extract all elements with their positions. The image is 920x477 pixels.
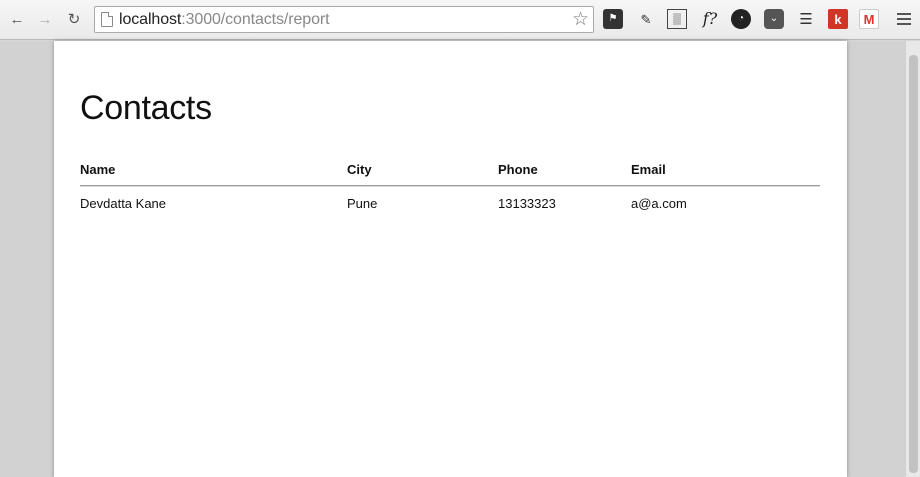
page-icon xyxy=(101,12,113,27)
page-title: Contacts xyxy=(80,89,212,127)
forward-button[interactable]: → xyxy=(34,8,56,30)
report-sheet: Contacts Name City Phone Email Devdatta … xyxy=(54,41,847,477)
layers-icon[interactable]: ☰ xyxy=(796,9,816,29)
column-header-email: Email xyxy=(631,162,666,177)
pocket-icon[interactable]: ⌄ xyxy=(764,9,784,29)
menu-icon[interactable] xyxy=(897,9,911,29)
vertical-scrollbar[interactable] xyxy=(905,41,920,477)
address-bar[interactable]: localhost:3000/contacts/report ☆ xyxy=(94,6,594,33)
url-text: localhost:3000/contacts/report xyxy=(119,10,330,29)
gmail-icon[interactable]: M xyxy=(859,9,879,29)
back-button[interactable]: ← xyxy=(6,8,28,30)
column-header-name: Name xyxy=(80,162,116,177)
qr-icon[interactable]: ▒ xyxy=(667,9,687,29)
cell-email: a@a.com xyxy=(631,196,687,211)
table-row: Devdatta Kane Pune 13133323 a@a.com xyxy=(80,186,820,220)
cell-name: Devdatta Kane xyxy=(80,196,167,211)
page-viewport: Contacts Name City Phone Email Devdatta … xyxy=(0,41,920,477)
url-path: :3000/contacts/report xyxy=(181,10,330,28)
cell-phone: 13133323 xyxy=(498,196,556,211)
k-icon[interactable]: k xyxy=(828,9,848,29)
scrollbar-thumb[interactable] xyxy=(909,55,918,473)
table-header: Name City Phone Email xyxy=(80,157,820,186)
url-host: localhost xyxy=(119,10,182,28)
cell-city: Pune xyxy=(347,196,378,211)
contacts-table: Name City Phone Email Devdatta Kane Pune… xyxy=(80,157,820,220)
reload-icon: ↻ xyxy=(67,10,81,28)
reload-button[interactable]: ↻ xyxy=(63,8,85,30)
speedometer-icon[interactable]: ◔ xyxy=(731,9,751,29)
arrow-right-icon: → xyxy=(37,10,53,28)
column-header-city: City xyxy=(347,162,372,177)
browser-toolbar: ← → ↻ localhost:3000/contacts/report ☆ ⚑… xyxy=(0,0,920,40)
bookmark-star-icon[interactable]: ☆ xyxy=(572,9,589,30)
bug-icon[interactable]: ⚑ xyxy=(603,9,623,29)
font-icon[interactable]: f? xyxy=(698,9,722,29)
column-header-phone: Phone xyxy=(498,162,538,177)
pen-icon[interactable]: ✎ xyxy=(636,9,656,29)
arrow-left-icon: ← xyxy=(9,10,25,28)
